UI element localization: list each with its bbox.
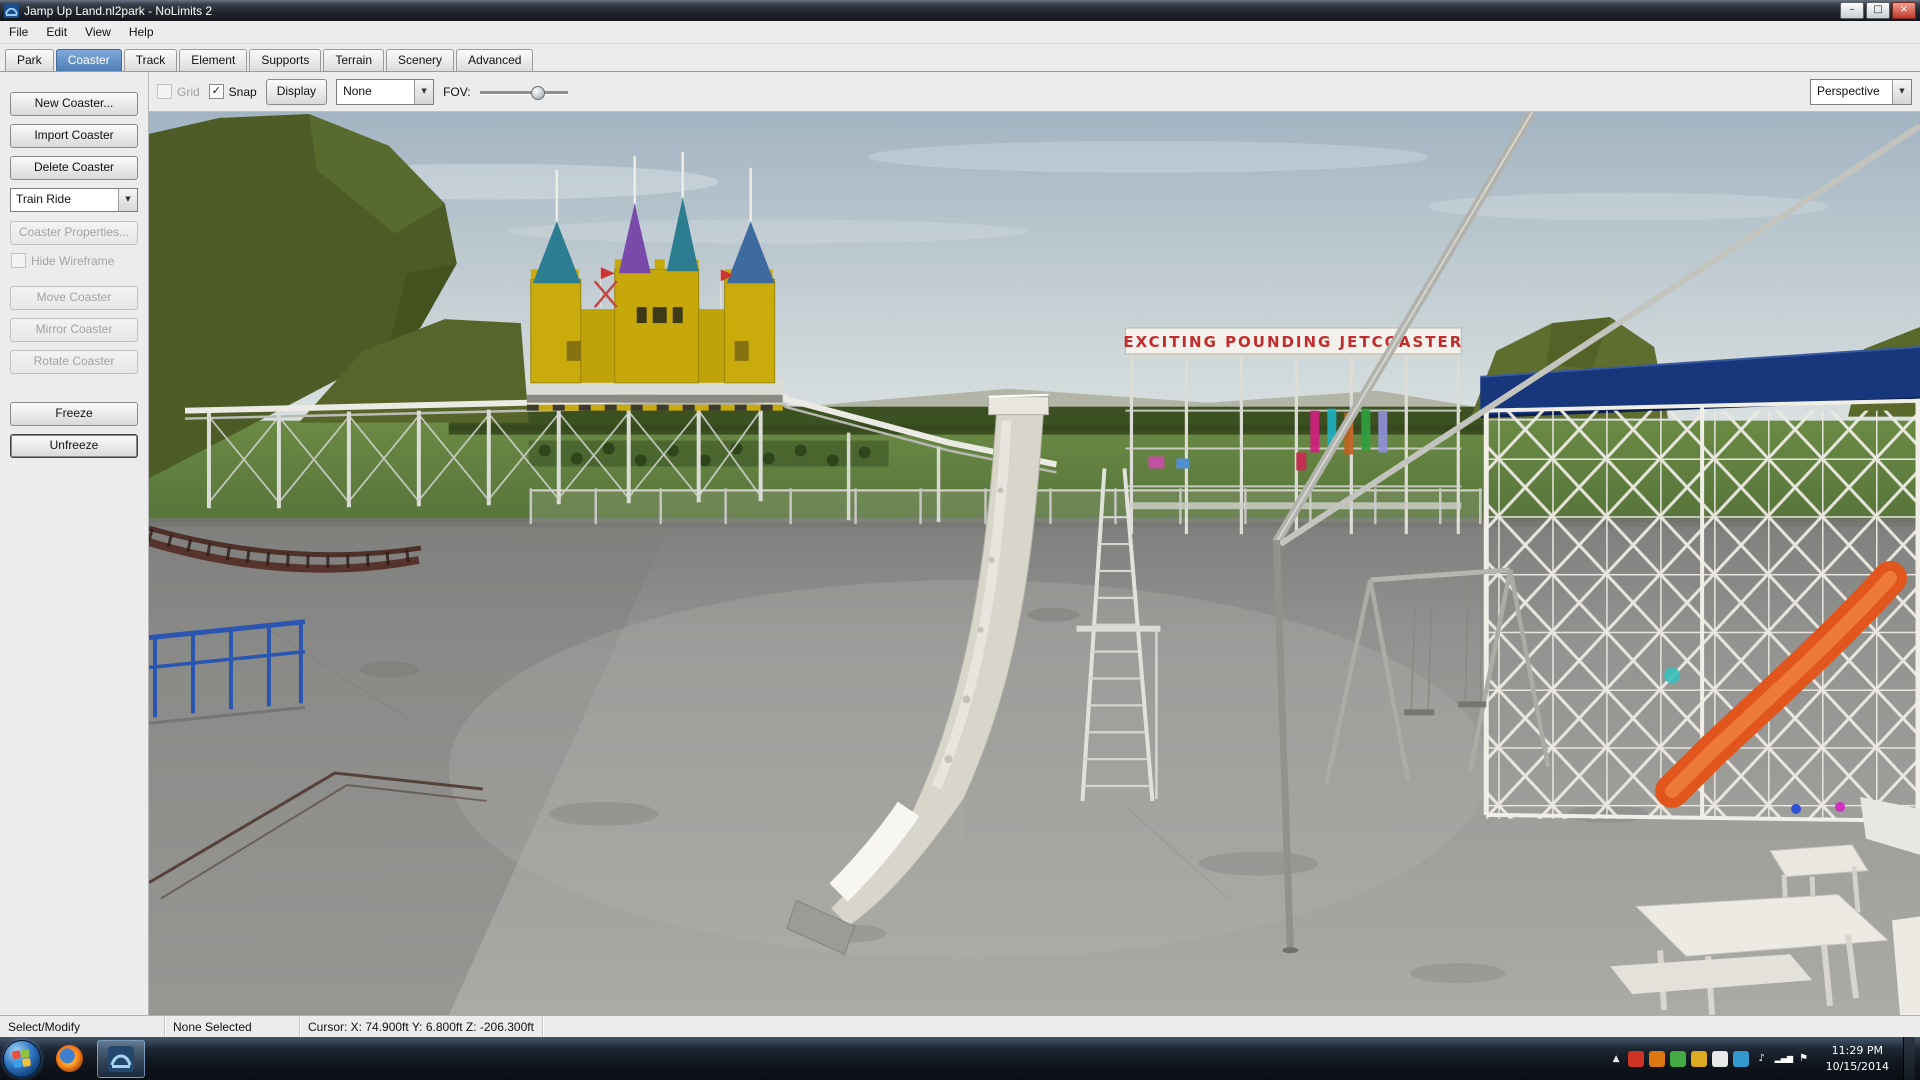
tray-app-green-icon[interactable] (1670, 1051, 1686, 1067)
app-icon (4, 3, 19, 18)
status-selection: None Selected (165, 1016, 300, 1037)
tray-app-blue-icon[interactable] (1733, 1051, 1749, 1067)
mirror-coaster-button: Mirror Coaster (10, 318, 138, 342)
maximize-button[interactable]: □ (1866, 2, 1890, 19)
status-mode: Select/Modify (0, 1016, 165, 1037)
minimize-button[interactable]: – (1840, 2, 1864, 19)
tray-app-orange-icon[interactable] (1649, 1051, 1665, 1067)
lattice-slide-tower (1480, 347, 1920, 855)
import-coaster-button[interactable]: Import Coaster (10, 124, 138, 148)
selection-mode-select[interactable]: None ▼ (336, 79, 434, 105)
tab-track[interactable]: Track (124, 49, 178, 71)
editor-tabbar: Park Coaster Track Element Supports Terr… (0, 44, 1920, 72)
unfreeze-button[interactable]: Unfreeze (10, 434, 138, 458)
network-icon[interactable]: ▂▄▆ (1775, 1051, 1791, 1067)
menu-file[interactable]: File (0, 22, 37, 42)
clock-time: 11:29 PM (1826, 1043, 1889, 1059)
delete-coaster-button[interactable]: Delete Coaster (10, 156, 138, 180)
fov-slider[interactable] (480, 83, 568, 101)
hide-wireframe-label: Hide Wireframe (31, 254, 114, 268)
nolimits-icon (108, 1046, 134, 1072)
tab-element[interactable]: Element (179, 49, 247, 71)
action-center-flag-icon[interactable]: ⚑ (1796, 1051, 1812, 1067)
system-tray: ▲ ♪ ▂▄▆ ⚑ 11:29 PM 10/15/2014 (1610, 1037, 1917, 1080)
move-coaster-button: Move Coaster (10, 286, 138, 310)
tab-coaster[interactable]: Coaster (56, 49, 122, 71)
grid-label: Grid (177, 85, 200, 99)
statusbar: Select/Modify None Selected Cursor: X: 7… (0, 1015, 1920, 1037)
nolimits-window: Jamp Up Land.nl2park - NoLimits 2 – □ × … (0, 0, 1920, 1080)
taskbar-firefox-button[interactable] (46, 1041, 92, 1077)
coaster-properties-button: Coaster Properties... (10, 221, 138, 245)
tab-advanced[interactable]: Advanced (456, 49, 533, 71)
taskbar-clock[interactable]: 11:29 PM 10/15/2014 (1817, 1043, 1898, 1075)
hidden-icons-chevron-icon[interactable]: ▲ (1610, 1054, 1623, 1064)
grid-toggle-row: Grid (157, 84, 200, 99)
new-coaster-button[interactable]: New Coaster... (10, 92, 138, 116)
snap-label: Snap (229, 85, 257, 99)
status-cursor-coordinates: Cursor: X: 74.900ft Y: 6.800ft Z: -206.3… (300, 1016, 543, 1037)
view-toolbar: Grid ✓ Snap Display None ▼ FOV: (149, 72, 1920, 112)
fov-slider-thumb[interactable] (531, 86, 545, 100)
volume-icon[interactable]: ♪ (1754, 1051, 1770, 1067)
firefox-icon (56, 1045, 83, 1072)
window-controls: – □ × (1840, 2, 1916, 19)
hide-wireframe-row: Hide Wireframe (11, 253, 137, 268)
taskbar-nolimits-button[interactable] (97, 1040, 145, 1078)
fov-slider-groove[interactable] (480, 91, 568, 95)
grid-checkbox (157, 84, 172, 99)
fov-label: FOV: (443, 85, 471, 99)
tray-app-white-icon[interactable] (1712, 1051, 1728, 1067)
menubar: File Edit View Help (0, 21, 1920, 44)
chevron-down-icon[interactable]: ▼ (414, 80, 433, 104)
close-button[interactable]: × (1892, 2, 1916, 19)
hide-wireframe-checkbox (11, 253, 26, 268)
coaster-select-value: Train Ride (11, 189, 118, 211)
menu-edit[interactable]: Edit (37, 22, 76, 42)
display-button[interactable]: Display (266, 79, 327, 105)
viewport-3d[interactable]: EXCITING POUNDING JETCOASTER (149, 112, 1920, 1015)
tray-app-amber-icon[interactable] (1691, 1051, 1707, 1067)
tab-scenery[interactable]: Scenery (386, 49, 454, 71)
clock-date: 10/15/2014 (1826, 1059, 1889, 1075)
start-button[interactable] (3, 1040, 41, 1078)
titlebar: Jamp Up Land.nl2park - NoLimits 2 – □ × (0, 0, 1920, 21)
menu-help[interactable]: Help (120, 22, 163, 42)
snap-checkbox[interactable]: ✓ (209, 84, 224, 99)
chevron-down-icon[interactable]: ▼ (1892, 80, 1911, 104)
windows-taskbar: ▲ ♪ ▂▄▆ ⚑ 11:29 PM 10/15/2014 (0, 1037, 1920, 1080)
tray-app-red-icon[interactable] (1628, 1051, 1644, 1067)
chevron-down-icon[interactable]: ▼ (118, 189, 137, 211)
freeze-button[interactable]: Freeze (10, 402, 138, 426)
coaster-sidebar: New Coaster... Import Coaster Delete Coa… (0, 72, 149, 1015)
tab-park[interactable]: Park (5, 49, 54, 71)
snap-toggle-row: ✓ Snap (209, 84, 257, 99)
editor-right-column: Grid ✓ Snap Display None ▼ FOV: (149, 72, 1920, 1015)
tab-terrain[interactable]: Terrain (323, 49, 384, 71)
viewport-scene: EXCITING POUNDING JETCOASTER (149, 112, 1920, 1015)
work-area: New Coaster... Import Coaster Delete Coa… (0, 72, 1920, 1015)
rotate-coaster-button: Rotate Coaster (10, 350, 138, 374)
view-mode-value: Perspective (1811, 80, 1892, 104)
coaster-select[interactable]: Train Ride ▼ (10, 188, 138, 212)
window-title: Jamp Up Land.nl2park - NoLimits 2 (24, 4, 1840, 18)
show-desktop-button[interactable] (1903, 1037, 1915, 1080)
menu-view[interactable]: View (76, 22, 120, 42)
jetcoaster-banner-text: EXCITING POUNDING JETCOASTER (1123, 333, 1463, 351)
view-mode-select[interactable]: Perspective ▼ (1810, 79, 1912, 105)
tab-supports[interactable]: Supports (249, 49, 321, 71)
selection-mode-value: None (337, 80, 414, 104)
windows-logo-icon (12, 1048, 32, 1068)
